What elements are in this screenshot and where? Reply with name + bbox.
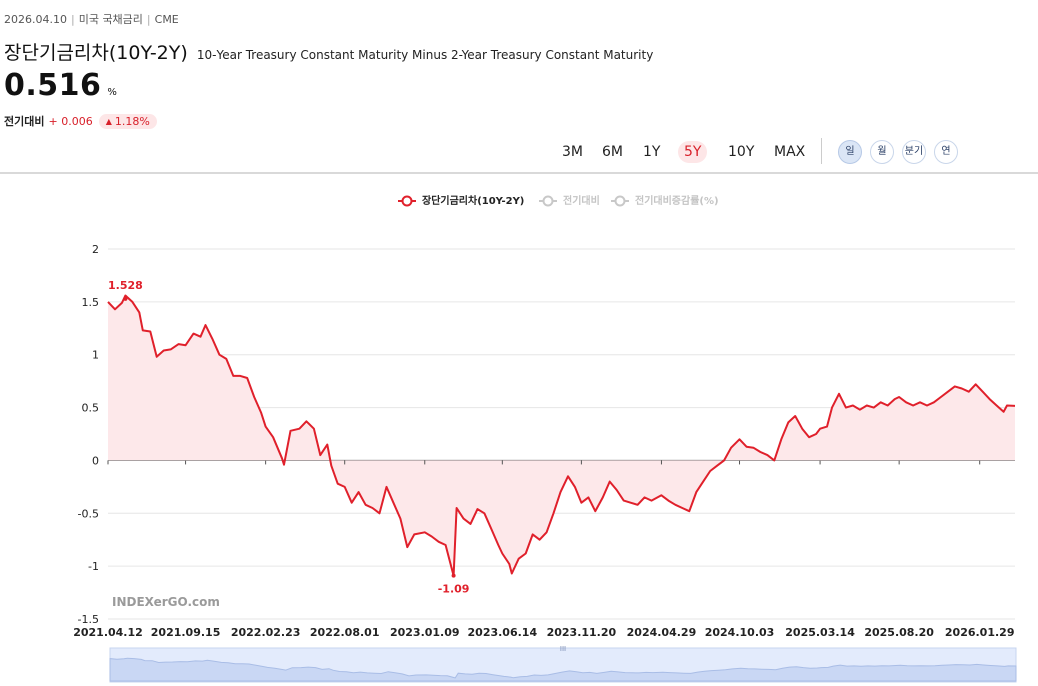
range-10y-button[interactable]: 10Y <box>722 141 760 163</box>
x-tick-label: 2026.01.29 <box>945 626 1015 639</box>
period-monthly-button[interactable]: 월 <box>870 140 894 164</box>
x-tick-label: 2021.09.15 <box>151 626 221 639</box>
meta-source: CME <box>154 13 179 26</box>
y-tick-label: -1.5 <box>78 613 99 626</box>
title-english: 10-Year Treasury Constant Maturity Minus… <box>196 48 654 62</box>
x-tick-label: 2023.06.14 <box>468 626 538 639</box>
y-tick-label: 1 <box>92 349 99 362</box>
annotation-marker <box>451 573 456 578</box>
x-tick-label: 2025.08.20 <box>864 626 934 639</box>
legend-item-change-rate[interactable]: 전기대비증감률(%) <box>611 194 719 207</box>
max-annotation: 1.528 <box>108 279 143 292</box>
title-korean: 장단기금리차(10Y-2Y) <box>4 42 188 64</box>
y-tick-label: -0.5 <box>78 507 99 520</box>
period-daily-button[interactable]: 일 <box>838 140 862 164</box>
legend-marker-icon <box>401 195 413 207</box>
up-triangle-icon: ▲ <box>105 117 112 126</box>
period-quarterly-button[interactable]: 분기 <box>902 140 926 164</box>
series-area <box>108 295 1015 576</box>
current-value-number: 0.516 <box>4 68 102 103</box>
legend-item-spread[interactable]: 장단기금리차(10Y-2Y) <box>398 194 524 207</box>
meta-line: 2026.04.10 | 미국 국채금리 | CME <box>4 13 179 26</box>
watermark: INDEXerGO.com <box>112 595 220 609</box>
min-annotation: -1.09 <box>438 583 470 596</box>
x-tick-label: 2025.03.14 <box>785 626 855 639</box>
legend-label-change: 전기대비 <box>563 194 600 207</box>
current-value: 0.516% <box>4 68 117 103</box>
legend: 장단기금리차(10Y-2Y) 전기대비 전기대비증감률(%) <box>398 194 719 207</box>
change-percent-badge: ▲ 1.18% <box>98 114 157 129</box>
meta-category: 미국 국채금리 <box>78 13 143 26</box>
period-yearly-button[interactable]: 연 <box>934 140 958 164</box>
change-label: 전기대비 <box>4 115 45 128</box>
x-tick-label: 2022.08.01 <box>310 626 380 639</box>
x-tick-label: 2024.10.03 <box>705 626 775 639</box>
legend-label-change-rate: 전기대비증감률(%) <box>635 194 719 207</box>
section-divider <box>0 172 1038 174</box>
y-tick-label: 0.5 <box>82 402 100 415</box>
x-tick-label: 2021.04.12 <box>73 626 143 639</box>
legend-marker-icon <box>542 195 554 207</box>
range-1y-button[interactable]: 1Y <box>637 141 666 163</box>
page-title: 장단기금리차(10Y-2Y) 10-Year Treasury Constant… <box>4 38 653 65</box>
y-tick-label: 0 <box>92 454 99 467</box>
legend-item-change[interactable]: 전기대비 <box>539 194 600 207</box>
range-5y-button[interactable]: 5Y <box>678 141 708 163</box>
y-axis: 2 1.5 1 0.5 0 -0.5 -1 -1.5 <box>78 243 99 626</box>
annotation-marker <box>123 296 128 301</box>
change-absolute: + 0.006 <box>48 115 93 128</box>
legend-marker-icon <box>614 195 626 207</box>
range-6m-button[interactable]: 6M <box>596 141 629 163</box>
range-max-button[interactable]: MAX <box>768 141 811 163</box>
x-tick-label: 2022.02.23 <box>231 626 301 639</box>
navigator-handle-icon[interactable]: III <box>560 645 566 653</box>
x-tick-label: 2023.01.09 <box>390 626 460 639</box>
y-tick-label: 2 <box>92 243 99 256</box>
range-3m-button[interactable]: 3M <box>556 141 589 163</box>
y-tick-label: 1.5 <box>82 296 100 309</box>
y-tick-label: -1 <box>88 560 99 573</box>
legend-label-spread: 장단기금리차(10Y-2Y) <box>422 194 524 207</box>
x-tick-label: 2024.04.29 <box>627 626 697 639</box>
change-row: 전기대비 + 0.006 ▲ 1.18% <box>4 113 157 129</box>
x-tick-label: 2023.11.20 <box>547 626 617 639</box>
value-unit: % <box>107 87 117 98</box>
change-percent: 1.18% <box>114 115 150 128</box>
chart: 장단기금리차(10Y-2Y) 전기대비 전기대비증감률(%) 2 1.5 1 0.5 0… <box>73 194 1017 683</box>
meta-date: 2026.04.10 <box>4 13 67 26</box>
divider <box>821 138 822 164</box>
navigator[interactable]: III <box>109 645 1017 683</box>
